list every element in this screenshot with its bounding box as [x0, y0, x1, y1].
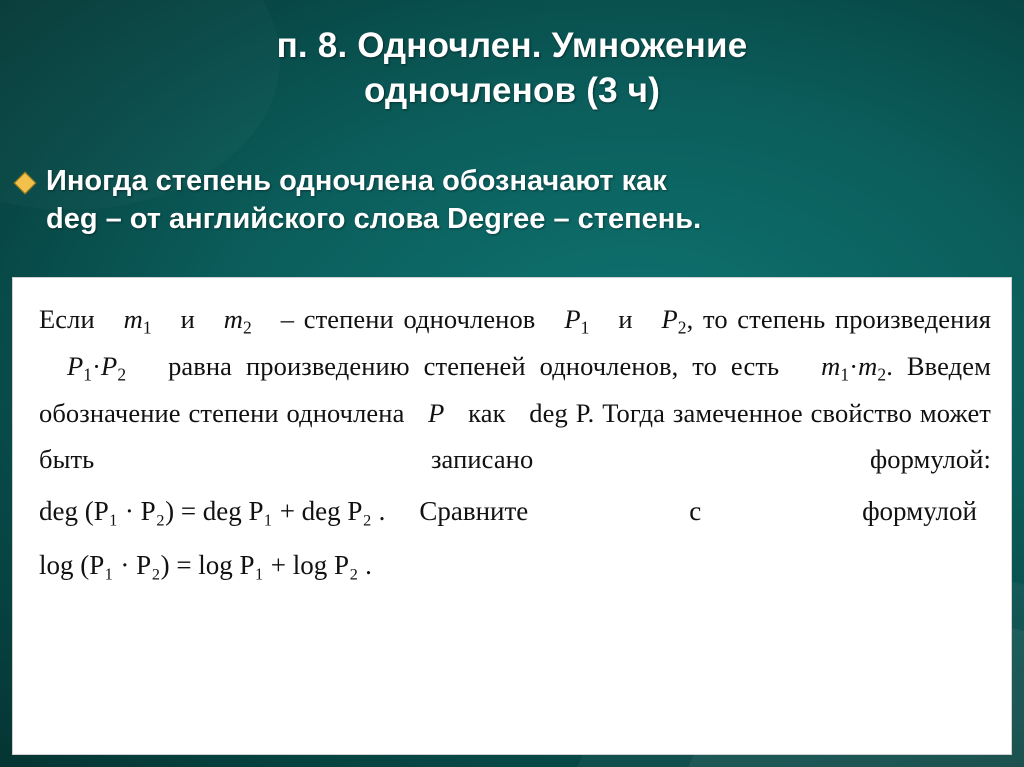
op-dot-2: · [849, 351, 859, 382]
var-P2: P [661, 304, 678, 334]
var-prod-P2-sub: 2 [117, 364, 127, 385]
var-m2: m [223, 304, 244, 334]
var-prod-P2: P [101, 351, 118, 382]
txt-esli: Если [39, 304, 95, 334]
txt-stepeni-odnochlenov: – степени одночленов [280, 304, 536, 334]
expr-deg-P: deg P [529, 398, 588, 429]
bullet-line-1: Иногда степень одночлена обозначают как [46, 165, 667, 197]
var-m1: m [123, 304, 143, 334]
diamond-bullet-icon [13, 171, 37, 195]
txt-kak: как [468, 398, 506, 429]
body-paragraph: Если m1 и m2 – степени одночленов P1 и P… [39, 296, 991, 482]
var-prod-P1: P [66, 351, 84, 382]
var-P1: P [564, 304, 581, 334]
txt-to-stepen-proizvedeniya: , то степень произведения [686, 304, 992, 334]
var-P1-sub: 1 [580, 317, 590, 338]
slide-title-line2: одночленов (3 ч) [363, 70, 661, 110]
var-m2-sub: 2 [243, 317, 252, 338]
bullet-block: Иногда степень одночлена обозначают как … [13, 163, 1010, 238]
txt-formuloy: формулой [862, 496, 977, 527]
formula-deg-product: deg (P₁ · P₂) = deg P₁ + deg P₂ . [39, 496, 386, 527]
slide-title-line1: п. 8. Одночлен. Умножение [276, 26, 748, 65]
var-prod-m2-sub: 2 [877, 364, 887, 385]
formula-row-1-tail: Сравните с формулой [419, 486, 991, 537]
formula-log-product: log (P₁ · P₂) = log P₁ + log P₂ . [39, 549, 372, 580]
var-prod-P1-sub: 1 [83, 364, 93, 385]
slide: п. 8. Одночлен. Умножение одночленов (3 … [0, 0, 1024, 767]
formula-row-2: log (P₁ · P₂) = log P₁ + log P₂ . [39, 540, 991, 591]
var-prod-m1: m [821, 351, 841, 382]
slide-title: п. 8. Одночлен. Умножение одночленов (3 … [0, 24, 1024, 114]
var-prod-m1-sub: 1 [840, 364, 850, 385]
txt-sravnite: Сравните [419, 496, 529, 527]
txt-i-1: и [180, 304, 195, 334]
txt-i-2: и [618, 304, 633, 334]
txt-ravna-proizvedeniyu: равна произведению степеней одночленов, … [168, 351, 780, 382]
txt-s: с [689, 496, 702, 527]
var-prod-m2: m [858, 351, 878, 382]
content-panel: Если m1 и m2 – степени одночленов P1 и P… [12, 277, 1012, 755]
op-dot-1: · [92, 351, 102, 382]
bullet-line-2: deg – от английского слова Degree – степ… [46, 202, 702, 235]
formula-row-1: deg (P₁ · P₂) = deg P₁ + deg P₂ . Сравни… [39, 486, 991, 537]
var-m1-sub: 1 [142, 317, 152, 338]
var-P: P [428, 398, 445, 429]
var-P2-sub: 2 [677, 317, 687, 338]
bullet-text: Иногда степень одночлена обозначают как … [46, 163, 701, 238]
